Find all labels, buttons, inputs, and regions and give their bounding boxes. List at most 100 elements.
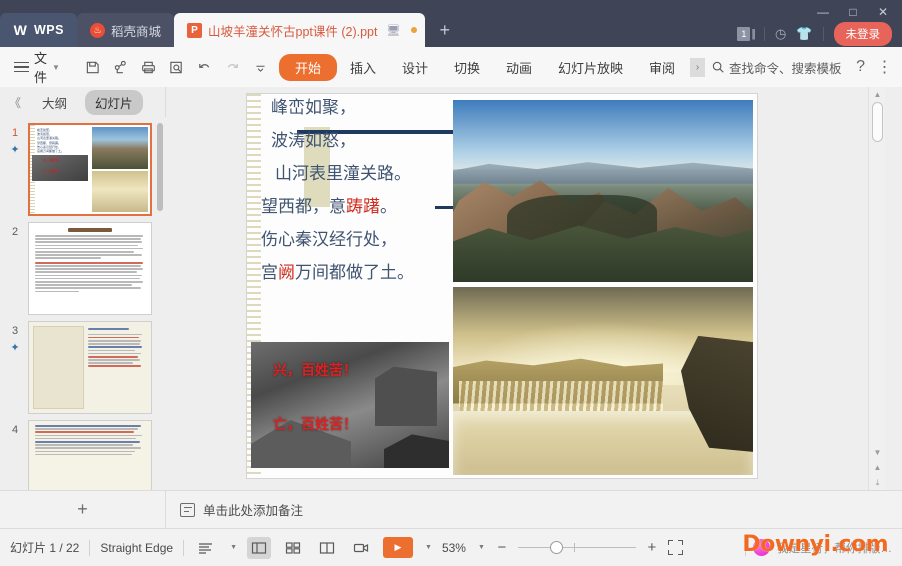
presenter-view-icon[interactable] (349, 537, 373, 559)
search-icon (712, 61, 724, 73)
slider-rail (517, 546, 636, 548)
print-icon[interactable] (136, 55, 161, 80)
slides-sidebar: 《 大纲 幻灯片 1 ✦ 峰峦如聚， 波涛如怒， 山河表里潼关路。 望西都，意踌… (0, 87, 166, 528)
thumbnail-meta: 4 (2, 420, 28, 436)
sidebar-scrollbar-thumb[interactable] (157, 123, 163, 211)
unsaved-indicator-dot (411, 27, 418, 33)
zoom-menu-chevron-icon[interactable]: ▼ (478, 544, 485, 551)
wps-home-tab-label: WPS (34, 23, 64, 37)
open-docs-count[interactable]: 1 ||| (737, 27, 756, 41)
thumb-title-bar (68, 228, 112, 232)
canvas-vertical-scrollbar[interactable]: ▲ ▼ ▲ ⤓ (868, 87, 885, 490)
customize-qat-icon[interactable] (248, 55, 273, 80)
shop-flame-icon: ♨ (89, 22, 105, 38)
collapse-panel-icon[interactable]: 《 (6, 94, 24, 111)
redo-icon[interactable] (220, 55, 245, 80)
outline-view-icon[interactable] (194, 537, 218, 559)
login-button[interactable]: 未登录 (833, 22, 892, 46)
reading-view-icon[interactable] (315, 537, 339, 559)
tab-animations[interactable]: 动画 (493, 54, 545, 81)
share-icon[interactable] (108, 55, 133, 80)
poem-text-block[interactable]: 峰峦如聚， 波涛如怒， 山河表里潼关路。 望西都，意踌躇。 伤心秦汉经行处， 宫… (257, 100, 485, 298)
overlay-text-2: 亡，百姓苦！ (273, 417, 357, 433)
add-slide-button[interactable]: + (0, 490, 166, 528)
slide-thumbnail-3[interactable]: 3 ✦ (0, 315, 166, 414)
file-menu-label: 文件 (34, 51, 48, 85)
normal-view-icon[interactable] (247, 536, 272, 559)
more-tabs-button[interactable]: › (690, 57, 706, 77)
thumb-portrait-image (33, 326, 85, 409)
scroll-bottom-group: ▼ ▲ ⤓ (869, 445, 886, 490)
close-button[interactable]: ✕ (868, 3, 898, 21)
start-slideshow-button[interactable]: ▶ (383, 537, 414, 558)
undo-icon[interactable] (192, 55, 217, 80)
mountain-photo[interactable] (453, 100, 753, 282)
slide-sorter-icon[interactable] (281, 537, 305, 559)
new-tab-button[interactable]: + (425, 13, 464, 47)
thumbnail-frame[interactable] (28, 222, 152, 315)
fit-to-window-icon[interactable] (667, 540, 683, 555)
slideshow-options-chevron-icon[interactable]: ▼ (425, 544, 432, 551)
thumb-poem-line: 宫阙万间都做了土。 (37, 149, 65, 154)
slide-thumbnail-2[interactable]: 2 (0, 216, 166, 315)
chevron-down-icon: ▼ (52, 62, 60, 72)
active-document-tab[interactable]: P 山坡羊潼关怀古ppt课件 (2).ppt 🖥 (174, 13, 426, 47)
tab-home[interactable]: 开始 (278, 53, 337, 81)
zoom-level-label[interactable]: 53% (442, 541, 466, 555)
search-commands-box[interactable]: 查找命令、搜索模板 (705, 58, 848, 77)
next-slide-button[interactable]: ⤓ (869, 475, 886, 490)
open-docs-count-value: 1 (737, 27, 751, 41)
fortress-tower-shape (375, 366, 437, 426)
titlebar-right-tools: 1 ||| ◷ 👕 未登录 (737, 22, 892, 46)
tab-review[interactable]: 审阅 (636, 54, 688, 81)
slide-number: 3 (11, 325, 19, 337)
scroll-down-arrow[interactable]: ▼ (869, 445, 886, 460)
thumbnail-frame[interactable]: 峰峦如聚， 波涛如怒， 山河表里潼关路。 望西都，意踌躇。 伤心秦汉经行处， 宫… (28, 123, 152, 216)
old-fortress-photo[interactable]: 兴，百姓苦！ 亡，百姓苦！ (251, 342, 449, 468)
slide-thumbnail-list[interactable]: 1 ✦ 峰峦如聚， 波涛如怒， 山河表里潼关路。 望西都，意踌躇。 伤心秦汉经行… (0, 117, 166, 528)
divider (763, 27, 765, 41)
sync-icon[interactable]: ◷ (775, 26, 786, 42)
tab-outline[interactable]: 大纲 (32, 90, 77, 115)
minimize-button[interactable]: — (808, 3, 838, 21)
help-icon[interactable]: ? (850, 55, 872, 79)
tab-insert[interactable]: 插入 (337, 54, 389, 81)
status-bar-right: 我是星行，帮你排版… Downyi.com (742, 532, 892, 557)
site-watermark: Downyi.com (742, 532, 888, 557)
slide-thumbnail-1[interactable]: 1 ✦ 峰峦如聚， 波涛如怒， 山河表里潼关路。 望西都，意踌躇。 伤心秦汉经行… (0, 117, 166, 216)
ribbon-toolbar: 文件 ▼ 开始 插入 设计 切换 动画 幻灯片放映 审阅 › 查找命令、搜索模板… (0, 47, 902, 87)
tab-transitions[interactable]: 切换 (441, 54, 493, 81)
tab-slideshow[interactable]: 幻灯片放映 (545, 54, 636, 81)
thumbnail-preview-slide3 (29, 322, 151, 413)
previous-slide-button[interactable]: ▲ (869, 460, 886, 475)
shop-tab[interactable]: ♨ 稻壳商城 (76, 13, 174, 47)
scrollbar-thumb[interactable] (872, 102, 883, 142)
notes-pane[interactable]: 单击此处添加备注 (166, 490, 902, 528)
waterfall-photo[interactable] (453, 287, 753, 475)
wps-home-tab[interactable]: W WPS (0, 13, 77, 47)
overflow-menu-icon[interactable]: ⋮ (874, 55, 896, 79)
scroll-up-arrow[interactable]: ▲ (869, 87, 886, 102)
maximize-button[interactable]: □ (838, 3, 868, 21)
print-preview-icon[interactable] (164, 55, 189, 80)
zoom-out-button[interactable]: − (495, 539, 509, 556)
theme-name[interactable]: Straight Edge (100, 541, 173, 555)
ppt-file-icon: P (187, 22, 202, 38)
file-menu-button[interactable]: 文件 ▼ (8, 48, 66, 86)
save-icon[interactable] (80, 55, 105, 80)
skin-shirt-icon[interactable]: 👕 (796, 26, 812, 42)
current-slide[interactable]: 峰峦如聚， 波涛如怒， 山河表里潼关路。 望西都，意踌躇。 伤心秦汉经行处， 宫… (247, 94, 757, 478)
poem-line-4-text: 望西都，意踌躇。 (261, 197, 397, 217)
thumbnail-frame[interactable] (28, 321, 152, 414)
slider-knob[interactable] (549, 540, 563, 554)
zoom-in-button[interactable]: + (645, 539, 659, 556)
present-monitor-icon[interactable]: 🖥 (386, 24, 400, 37)
thumb-overlay-text: 兴，百姓苦！ (43, 158, 62, 163)
collapse-ribbon-icon[interactable]: ⌄ (898, 55, 902, 79)
tab-design[interactable]: 设计 (389, 54, 441, 81)
title-bar: — □ ✕ W WPS ♨ 稻壳商城 P 山坡羊潼关怀古ppt课件 (2).pp… (0, 0, 902, 47)
fortress-wall-shape (384, 434, 449, 468)
tab-slides[interactable]: 幻灯片 (85, 89, 143, 115)
chevron-down-icon[interactable]: ▼ (230, 544, 237, 551)
zoom-slider[interactable] (517, 540, 636, 555)
